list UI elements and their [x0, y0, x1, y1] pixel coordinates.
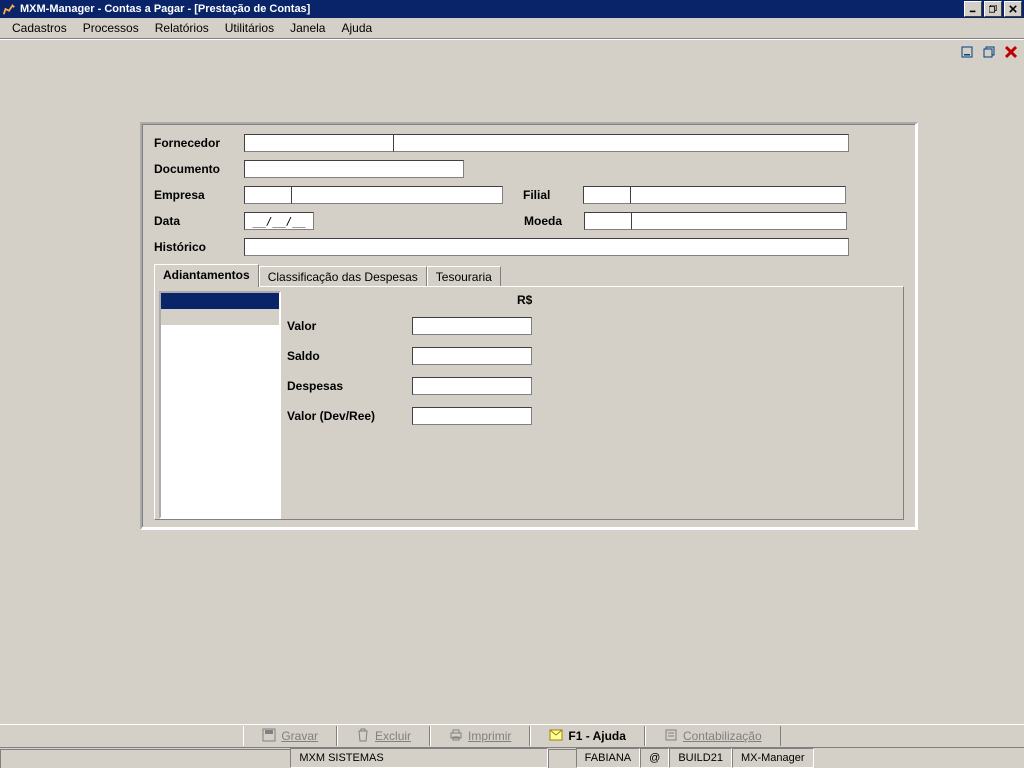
ledger-icon: [664, 728, 678, 745]
close-button[interactable]: [1004, 1, 1022, 17]
app-icon: [2, 2, 16, 16]
form-panel: Fornecedor Documento Empresa Filial Data…: [140, 122, 918, 530]
save-icon: [262, 728, 276, 745]
filial-label: Filial: [523, 188, 583, 202]
mdi-minimize-icon[interactable]: [958, 43, 976, 61]
contab-label: Contabilização: [683, 729, 762, 743]
empresa-label: Empresa: [154, 188, 244, 202]
window-titlebar: MXM-Manager - Contas a Pagar - [Prestaçã…: [0, 0, 1024, 18]
ajuda-button[interactable]: F1 - Ajuda: [530, 726, 645, 746]
menu-bar: Cadastros Processos Relatórios Utilitári…: [0, 18, 1024, 39]
mdi-restore-icon[interactable]: [980, 43, 998, 61]
menu-processos[interactable]: Processos: [75, 19, 147, 37]
empresa-name-input[interactable]: [291, 186, 503, 204]
button-bar: Gravar Excluir Imprimir F1 - Ajuda Conta…: [0, 724, 1024, 748]
contabilizacao-button[interactable]: Contabilização: [645, 726, 781, 746]
excluir-button[interactable]: Excluir: [337, 726, 430, 746]
window-title: MXM-Manager - Contas a Pagar - [Prestaçã…: [20, 3, 962, 15]
despesas-label: Despesas: [287, 379, 412, 393]
menu-janela[interactable]: Janela: [282, 19, 333, 37]
valor-devree-input[interactable]: [412, 407, 532, 425]
despesas-input[interactable]: [412, 377, 532, 395]
valor-devree-label: Valor (Dev/Ree): [287, 409, 412, 423]
minimize-button[interactable]: [964, 1, 982, 17]
tab-adiantamentos[interactable]: Adiantamentos: [154, 264, 259, 287]
restore-button[interactable]: [984, 1, 1002, 17]
delete-icon: [356, 728, 370, 745]
gravar-label: Gravar: [281, 729, 318, 743]
work-area: Fornecedor Documento Empresa Filial Data…: [0, 62, 1024, 726]
mdi-close-icon[interactable]: [1002, 43, 1020, 61]
tab-tesouraria[interactable]: Tesouraria: [427, 266, 501, 287]
saldo-label: Saldo: [287, 349, 412, 363]
empresa-code-input[interactable]: [244, 186, 292, 204]
data-input[interactable]: [244, 212, 314, 230]
list-row-selected[interactable]: [161, 293, 279, 309]
status-company: MXM SISTEMAS: [290, 748, 548, 768]
status-at: @: [640, 748, 669, 768]
adiantamentos-listbox[interactable]: [159, 291, 281, 519]
moeda-label: Moeda: [524, 214, 584, 228]
status-user: FABIANA: [576, 748, 640, 768]
status-bar: MXM SISTEMAS FABIANA @ BUILD21 MX-Manage…: [0, 747, 1024, 768]
help-icon: [549, 728, 563, 745]
valor-input[interactable]: [412, 317, 532, 335]
imprimir-button[interactable]: Imprimir: [430, 726, 530, 746]
fornecedor-name-input[interactable]: [393, 134, 849, 152]
menu-ajuda[interactable]: Ajuda: [333, 19, 380, 37]
documento-label: Documento: [154, 162, 244, 176]
moeda-code-input[interactable]: [584, 212, 632, 230]
ajuda-label: F1 - Ajuda: [568, 729, 626, 743]
moeda-name-input[interactable]: [631, 212, 847, 230]
status-build: BUILD21: [669, 748, 732, 768]
documento-input[interactable]: [244, 160, 464, 178]
detail-area: R$ Valor Saldo Despesas Valor (Dev/Ree): [287, 293, 893, 437]
currency-header: R$: [517, 293, 893, 307]
tab-body: R$ Valor Saldo Despesas Valor (Dev/Ree): [154, 286, 904, 520]
list-row: [161, 309, 279, 325]
fornecedor-label: Fornecedor: [154, 136, 244, 150]
fornecedor-code-input[interactable]: [244, 134, 394, 152]
menu-relatorios[interactable]: Relatórios: [147, 19, 217, 37]
valor-label: Valor: [287, 319, 412, 333]
gravar-button[interactable]: Gravar: [243, 726, 337, 746]
saldo-input[interactable]: [412, 347, 532, 365]
historico-input[interactable]: [244, 238, 849, 256]
filial-name-input[interactable]: [630, 186, 846, 204]
excluir-label: Excluir: [375, 729, 411, 743]
tabstrip: Adiantamentos Classificação das Despesas…: [154, 264, 904, 287]
filial-code-input[interactable]: [583, 186, 631, 204]
menu-cadastros[interactable]: Cadastros: [4, 19, 75, 37]
menu-utilitarios[interactable]: Utilitários: [217, 19, 282, 37]
historico-label: Histórico: [154, 240, 244, 254]
print-icon: [449, 728, 463, 745]
imprimir-label: Imprimir: [468, 729, 511, 743]
tab-classificacao[interactable]: Classificação das Despesas: [259, 266, 427, 287]
window-controls: [962, 1, 1022, 17]
status-app: MX-Manager: [732, 748, 814, 768]
data-label: Data: [154, 214, 244, 228]
